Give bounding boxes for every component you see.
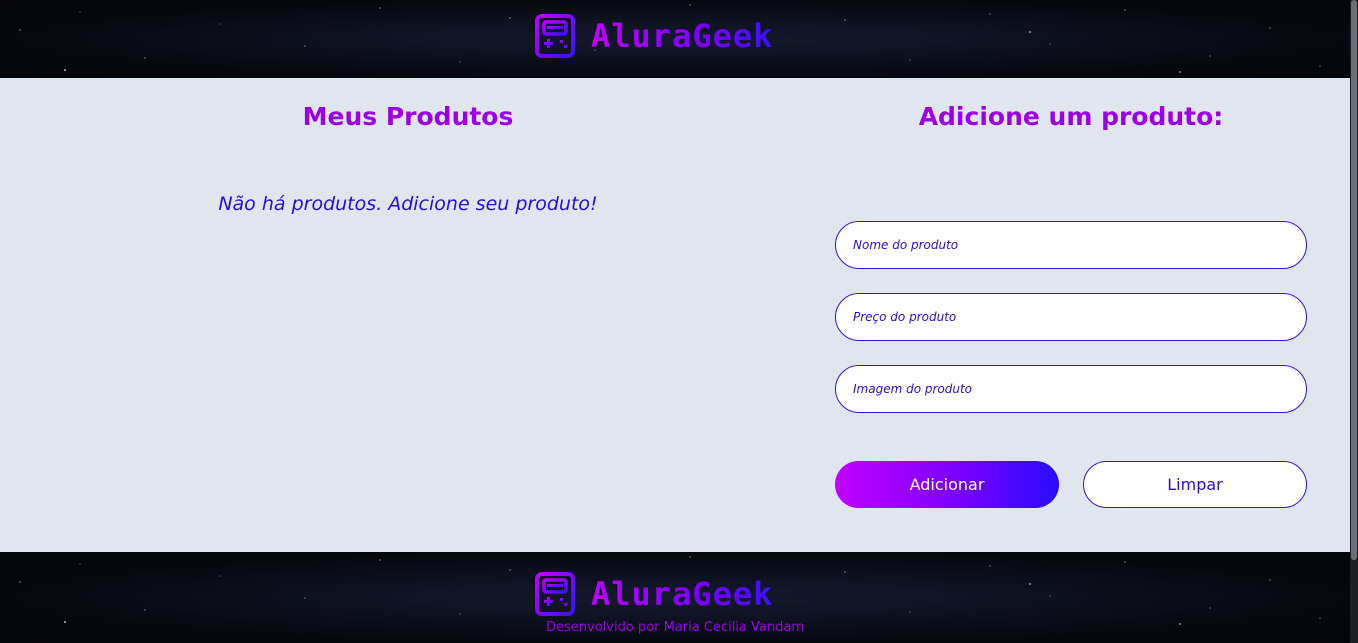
product-name-input[interactable] bbox=[835, 221, 1307, 269]
game-console-icon bbox=[535, 14, 575, 58]
page-scrollbar[interactable] bbox=[1350, 0, 1358, 643]
scrollbar-thumb[interactable] bbox=[1351, 0, 1357, 560]
site-header: AluraGeek bbox=[0, 0, 1358, 78]
add-product-title: Adicione um produto: bbox=[918, 102, 1224, 131]
header-logo[interactable]: AluraGeek bbox=[535, 14, 773, 58]
product-price-input[interactable] bbox=[835, 293, 1307, 341]
game-console-icon bbox=[535, 572, 575, 616]
add-button[interactable]: Adicionar bbox=[835, 461, 1059, 508]
brand-name: AluraGeek bbox=[591, 572, 773, 616]
footer-logo[interactable]: AluraGeek bbox=[535, 572, 773, 616]
clear-button[interactable]: Limpar bbox=[1083, 461, 1307, 508]
products-title: Meus Produtos bbox=[302, 102, 514, 131]
empty-products-message: Não há produtos. Adicione seu produto! bbox=[218, 193, 598, 215]
footer-credit: Desenvolvido por Maria Cecilia Vandam bbox=[546, 620, 804, 635]
main-content: Meus Produtos Não há produtos. Adicione … bbox=[0, 78, 1350, 552]
product-image-input[interactable] bbox=[835, 365, 1307, 413]
site-footer: AluraGeek Desenvolvido por Maria Cecilia… bbox=[0, 552, 1358, 643]
brand-name: AluraGeek bbox=[591, 14, 773, 58]
